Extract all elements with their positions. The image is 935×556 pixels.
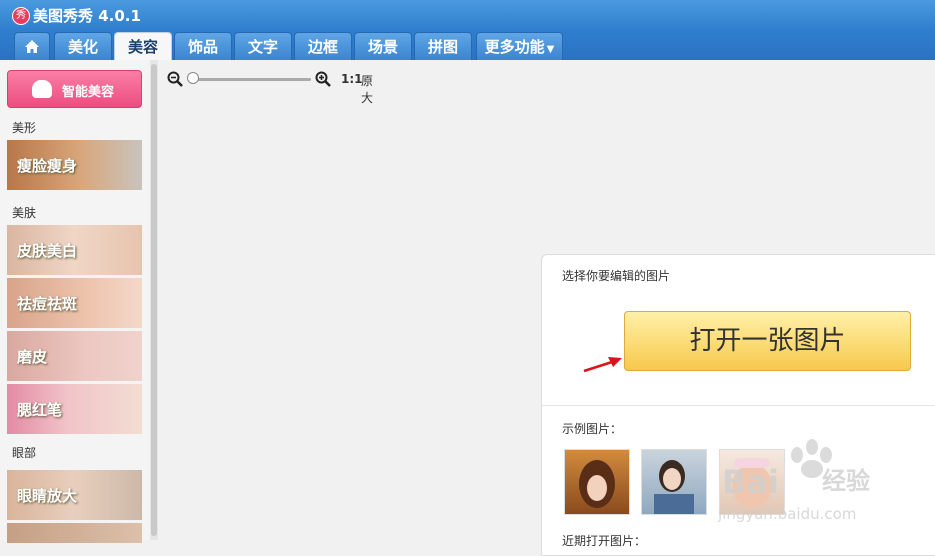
zoom-out-icon[interactable]	[167, 71, 183, 87]
example-image-1[interactable]	[564, 449, 630, 515]
baidu-watermark-icon: Bai 经验 jingyan.baidu.com	[717, 439, 870, 523]
tab-collage[interactable]: 拼图	[414, 32, 472, 60]
feature-label: 磨皮	[17, 348, 48, 366]
app-logo-icon: 秀	[12, 7, 30, 25]
sidebar-scrollbar[interactable]	[150, 60, 158, 540]
section-label-shape: 美形	[12, 121, 37, 135]
feature-label: 腮红笔	[17, 401, 63, 419]
feature-enlarge-eyes[interactable]: 眼睛放大	[7, 470, 142, 520]
tab-home[interactable]	[14, 32, 50, 60]
divider	[542, 405, 935, 406]
zoom-in-icon[interactable]	[315, 71, 331, 87]
feature-next-partial[interactable]	[7, 523, 142, 543]
tab-frame[interactable]: 边框	[294, 32, 352, 60]
recent-images-label: 近期打开图片：	[562, 534, 647, 548]
feature-acne-removal[interactable]: 祛痘祛斑	[7, 278, 142, 328]
tab-beautify[interactable]: 美化	[54, 32, 112, 60]
watermark-brand: Bai	[722, 463, 779, 501]
tab-scene[interactable]: 场景	[354, 32, 412, 60]
tab-beauty[interactable]: 美容	[114, 32, 172, 60]
feature-label: 瘦脸瘦身	[17, 157, 78, 175]
smart-beauty-button[interactable]: 智能美容	[7, 70, 142, 108]
feature-label: 皮肤美白	[17, 242, 78, 260]
face-icon	[32, 80, 52, 98]
home-icon	[25, 39, 39, 53]
example-image-2[interactable]	[641, 449, 707, 515]
zoom-slider-knob[interactable]	[187, 72, 199, 84]
red-arrow-icon	[583, 357, 622, 373]
tab-bar: 美化 美容 饰品 文字 边框 场景 拼图 更多功能 ▼	[0, 30, 935, 60]
choose-image-text: 选择你要编辑的图片	[562, 269, 671, 283]
feature-label: 祛痘祛斑	[17, 295, 78, 313]
portrait-thumbnail	[579, 460, 615, 508]
app-title: 美图秀秀 4.0.1	[33, 7, 141, 25]
feature-skin-whitening[interactable]: 皮肤美白	[7, 225, 142, 275]
zoom-ratio-button[interactable]: 1:1	[341, 72, 363, 86]
sidebar: 智能美容 美形 瘦脸瘦身 美肤 皮肤美白 祛痘祛斑 磨皮 腮红笔 眼部 眼睛放大	[0, 60, 151, 543]
example-images-label: 示例图片：	[562, 422, 623, 436]
tab-more[interactable]: 更多功能 ▼	[476, 32, 563, 60]
feature-blush[interactable]: 腮红笔	[7, 384, 142, 434]
open-image-button[interactable]: 打开一张图片	[624, 311, 911, 371]
feature-smooth-skin[interactable]: 磨皮	[7, 331, 142, 381]
caret-down-icon: ▼	[546, 44, 555, 55]
watermark-brand-cn: 经验	[822, 467, 870, 495]
smart-beauty-label: 智能美容	[62, 85, 115, 100]
tab-more-label: 更多功能	[484, 38, 545, 56]
tab-accessories[interactable]: 饰品	[174, 32, 232, 60]
tab-text[interactable]: 文字	[234, 32, 292, 60]
title-bar: 秀 美图秀秀 4.0.1	[0, 0, 935, 30]
portrait-thumbnail	[654, 460, 694, 514]
feature-slim-face[interactable]: 瘦脸瘦身	[7, 140, 142, 190]
section-label-eyes: 眼部	[12, 446, 37, 460]
watermark-url: jingyan.baidu.com	[717, 505, 856, 523]
feature-label: 眼睛放大	[17, 487, 78, 505]
zoom-slider-track[interactable]	[193, 78, 311, 81]
actual-size-label[interactable]: 原大	[361, 72, 373, 106]
scrollbar-thumb[interactable]	[151, 64, 157, 536]
section-label-skin: 美肤	[12, 206, 37, 220]
